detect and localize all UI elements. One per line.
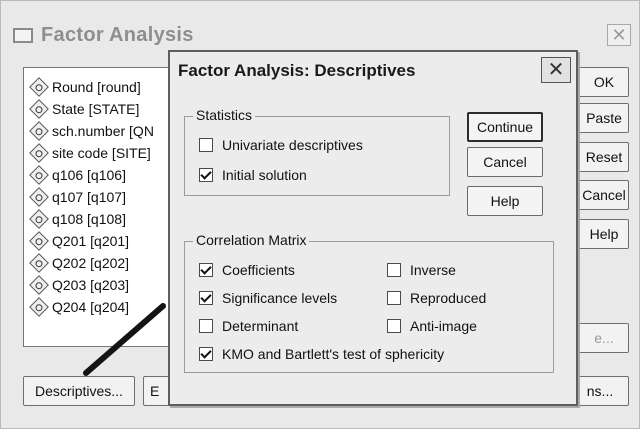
variable-label: Q201 [q201] — [52, 233, 130, 249]
variable-list[interactable]: Round [round] State [STATE] sch.number [… — [23, 67, 183, 347]
descriptives-dialog: Factor Analysis: Descriptives ✕ Statisti… — [168, 50, 578, 406]
scale-variable-icon — [29, 77, 49, 97]
descriptives-button[interactable]: Descriptives... — [23, 376, 135, 406]
coefficients-checkbox[interactable]: Coefficients — [199, 262, 295, 278]
variable-label: q106 [q106] — [52, 167, 126, 183]
correlation-matrix-group: Correlation Matrix Coefficients Signific… — [184, 232, 554, 373]
variable-label: Round [round] — [52, 79, 141, 95]
cancel-button[interactable]: Cancel — [467, 147, 543, 177]
variable-label: site code [SITE] — [52, 145, 151, 161]
value-label: e... — [594, 330, 614, 346]
scale-variable-icon — [29, 209, 49, 229]
window-title: Factor Analysis — [41, 24, 194, 46]
univariate-descriptives-checkbox[interactable]: Univariate descriptives — [199, 137, 363, 153]
scale-variable-icon — [29, 121, 49, 141]
scale-variable-icon — [29, 253, 49, 273]
scale-variable-icon — [29, 297, 49, 317]
checkbox-label: Univariate descriptives — [222, 137, 363, 153]
scale-variable-icon — [29, 231, 49, 251]
checkbox-box[interactable] — [199, 138, 213, 152]
help-button[interactable]: Help — [467, 186, 543, 216]
variable-label: Q203 [q203] — [52, 277, 130, 293]
ok-label: OK — [593, 74, 615, 90]
dialog-title: Factor Analysis: Descriptives — [178, 61, 416, 80]
list-item[interactable]: q108 [q108] — [29, 208, 126, 230]
checkbox-box[interactable] — [199, 263, 213, 277]
list-item[interactable]: Q202 [q202] — [29, 252, 130, 274]
scale-variable-icon — [29, 165, 49, 185]
checkbox-box[interactable] — [387, 291, 401, 305]
extraction-label: E — [150, 383, 160, 399]
variable-label: q107 [q107] — [52, 189, 126, 205]
variable-label: Q204 [q204] — [52, 299, 130, 315]
statistics-group-label: Statistics — [193, 107, 256, 123]
significance-levels-checkbox[interactable]: Significance levels — [199, 290, 337, 306]
variable-label: State [STATE] — [52, 101, 140, 117]
list-item[interactable]: Q203 [q203] — [29, 274, 130, 296]
checkbox-label: KMO and Bartlett's test of sphericity — [222, 346, 445, 362]
checkbox-label: Anti-image — [410, 318, 477, 334]
descriptives-label: Descriptives... — [35, 383, 123, 399]
anti-image-checkbox[interactable]: Anti-image — [387, 318, 477, 334]
checkbox-label: Coefficients — [222, 262, 295, 278]
scale-variable-icon — [29, 187, 49, 207]
checkbox-label: Determinant — [222, 318, 299, 334]
correlation-matrix-group-label: Correlation Matrix — [193, 232, 310, 248]
options-label: ns... — [586, 383, 614, 399]
paste-label: Paste — [586, 110, 622, 126]
initial-solution-checkbox[interactable]: Initial solution — [199, 167, 307, 183]
checkbox-box[interactable] — [387, 263, 401, 277]
list-item[interactable]: q107 [q107] — [29, 186, 126, 208]
checkbox-box[interactable] — [199, 347, 213, 361]
scale-variable-icon — [29, 143, 49, 163]
variable-label: q108 [q108] — [52, 211, 126, 227]
variable-label: sch.number [QN — [52, 123, 154, 139]
statistics-group: Statistics Univariate descriptives Initi… — [184, 107, 450, 196]
continue-button[interactable]: Continue — [467, 112, 543, 142]
variable-label: Q202 [q202] — [52, 255, 130, 271]
checkbox-label: Reproduced — [410, 290, 487, 306]
list-item[interactable]: sch.number [QN — [29, 120, 154, 142]
checkbox-box[interactable] — [199, 168, 213, 182]
list-item[interactable]: Q204 [q204] — [29, 296, 130, 318]
determinant-checkbox[interactable]: Determinant — [199, 318, 298, 334]
list-item[interactable]: Round [round] — [29, 76, 141, 98]
checkbox-box[interactable] — [199, 319, 213, 333]
list-item[interactable]: Q201 [q201] — [29, 230, 130, 252]
window-icon — [13, 28, 33, 43]
inverse-checkbox[interactable]: Inverse — [387, 262, 456, 278]
checkbox-box[interactable] — [387, 319, 401, 333]
checkbox-label: Inverse — [410, 262, 456, 278]
checkbox-label: Initial solution — [222, 167, 307, 183]
list-item[interactable]: State [STATE] — [29, 98, 140, 120]
reset-label: Reset — [585, 149, 623, 165]
scale-variable-icon — [29, 275, 49, 295]
reproduced-checkbox[interactable]: Reproduced — [387, 290, 486, 306]
help-label: Help — [589, 226, 619, 242]
close-icon[interactable]: ✕ — [607, 24, 631, 46]
checkbox-label: Significance levels — [222, 290, 338, 306]
checkbox-box[interactable] — [199, 291, 213, 305]
kmo-bartlett-checkbox[interactable]: KMO and Bartlett's test of sphericity — [199, 346, 444, 362]
list-item[interactable]: q106 [q106] — [29, 164, 126, 186]
close-icon[interactable]: ✕ — [541, 57, 571, 83]
window-titlebar: Factor Analysis ✕ — [9, 19, 633, 53]
list-item[interactable]: site code [SITE] — [29, 142, 151, 164]
scale-variable-icon — [29, 99, 49, 119]
cancel-label: Cancel — [582, 187, 626, 203]
